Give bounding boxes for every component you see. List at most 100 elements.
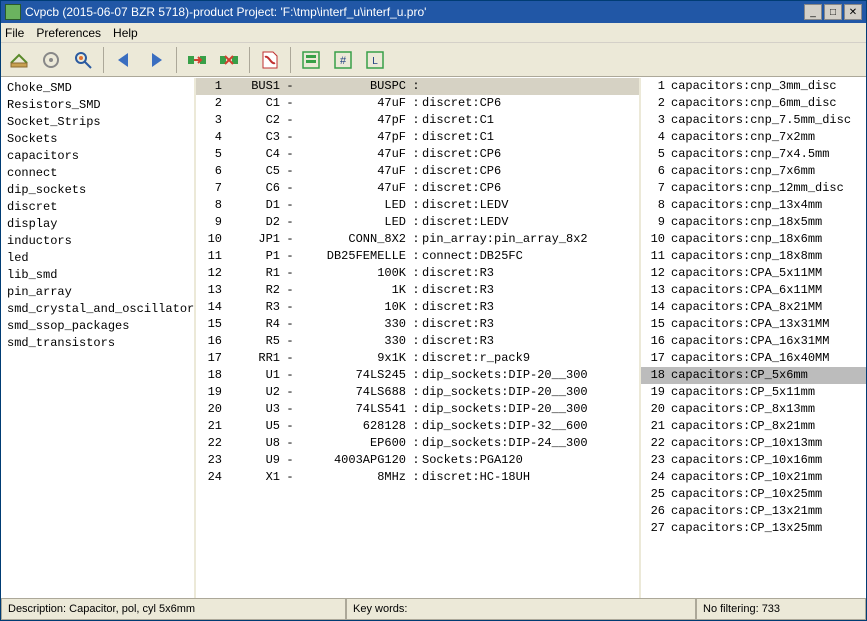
component-footprint: discret:R3 — [422, 265, 635, 282]
component-row[interactable]: 23U9-4003APG120:Sockets:PGA120 — [196, 452, 639, 469]
footprint-row[interactable]: 21capacitors:CP_8x21mm — [641, 418, 866, 435]
component-list[interactable]: 1BUS1-BUSPC:2C1-47uF:discret:CP63C2-47pF… — [196, 78, 641, 598]
library-item[interactable]: discret — [7, 199, 188, 216]
viewer-button[interactable] — [69, 46, 97, 74]
component-row[interactable]: 12R1-100K:discret:R3 — [196, 265, 639, 282]
footprint-list[interactable]: 1capacitors:cnp_3mm_disc2capacitors:cnp_… — [641, 78, 866, 598]
maximize-button[interactable]: □ — [824, 4, 842, 20]
component-row[interactable]: 17RR1-9x1K:discret:r_pack9 — [196, 350, 639, 367]
component-row[interactable]: 9D2-LED:discret:LEDV — [196, 214, 639, 231]
filter-lib-button[interactable] — [297, 46, 325, 74]
delete-assoc-button[interactable] — [215, 46, 243, 74]
footprint-row[interactable]: 2capacitors:cnp_6mm_disc — [641, 95, 866, 112]
footprint-row[interactable]: 7capacitors:cnp_12mm_disc — [641, 180, 866, 197]
menu-file[interactable]: File — [5, 26, 24, 40]
component-row[interactable]: 2C1-47uF:discret:CP6 — [196, 95, 639, 112]
component-row[interactable]: 19U2-74LS688:dip_sockets:DIP-20__300 — [196, 384, 639, 401]
library-item[interactable]: smd_transistors — [7, 335, 188, 352]
footprint-row[interactable]: 24capacitors:CP_10x21mm — [641, 469, 866, 486]
library-item[interactable]: smd_crystal_and_oscillator — [7, 301, 188, 318]
save-button[interactable] — [5, 46, 33, 74]
component-row[interactable]: 20U3-74LS541:dip_sockets:DIP-20__300 — [196, 401, 639, 418]
colon: : — [410, 367, 422, 384]
filter-name-button[interactable]: L — [361, 46, 389, 74]
footprint-row[interactable]: 10capacitors:cnp_18x6mm — [641, 231, 866, 248]
component-row[interactable]: 24X1-8MHz:discret:HC-18UH — [196, 469, 639, 486]
component-row[interactable]: 15R4-330:discret:R3 — [196, 316, 639, 333]
menu-help[interactable]: Help — [113, 26, 138, 40]
footprint-name: capacitors:cnp_18x5mm — [671, 214, 862, 231]
component-row[interactable]: 13R2-1K:discret:R3 — [196, 282, 639, 299]
library-item[interactable]: dip_sockets — [7, 182, 188, 199]
next-button[interactable] — [142, 46, 170, 74]
library-item[interactable]: inductors — [7, 233, 188, 250]
doc-button[interactable] — [256, 46, 284, 74]
component-row[interactable]: 7C6-47uF:discret:CP6 — [196, 180, 639, 197]
component-row[interactable]: 6C5-47uF:discret:CP6 — [196, 163, 639, 180]
component-row[interactable]: 21U5-628128:dip_sockets:DIP-32__600 — [196, 418, 639, 435]
footprint-row[interactable]: 12capacitors:CPA_5x11MM — [641, 265, 866, 282]
component-footprint: discret:CP6 — [422, 180, 635, 197]
component-row[interactable]: 5C4-47uF:discret:CP6 — [196, 146, 639, 163]
library-item[interactable]: Socket_Strips — [7, 114, 188, 131]
footprint-row[interactable]: 19capacitors:CP_5x11mm — [641, 384, 866, 401]
component-row[interactable]: 1BUS1-BUSPC: — [196, 78, 639, 95]
library-item[interactable]: Resistors_SMD — [7, 97, 188, 114]
row-number: 25 — [645, 486, 671, 503]
library-item[interactable]: lib_smd — [7, 267, 188, 284]
close-button[interactable]: ✕ — [844, 4, 862, 20]
footprint-name: capacitors:cnp_7x2mm — [671, 129, 862, 146]
footprint-row[interactable]: 16capacitors:CPA_16x31MM — [641, 333, 866, 350]
component-row[interactable]: 4C3-47pF:discret:C1 — [196, 129, 639, 146]
footprint-row[interactable]: 3capacitors:cnp_7.5mm_disc — [641, 112, 866, 129]
footprint-row[interactable]: 5capacitors:cnp_7x4.5mm — [641, 146, 866, 163]
component-value: 47pF — [300, 129, 410, 146]
row-number: 5 — [200, 146, 230, 163]
footprint-row[interactable]: 22capacitors:CP_10x13mm — [641, 435, 866, 452]
footprint-row[interactable]: 23capacitors:CP_10x16mm — [641, 452, 866, 469]
footprint-row[interactable]: 25capacitors:CP_10x25mm — [641, 486, 866, 503]
prev-button[interactable] — [110, 46, 138, 74]
filter-pin-button[interactable]: # — [329, 46, 357, 74]
minimize-button[interactable]: _ — [804, 4, 822, 20]
footprint-row[interactable]: 20capacitors:CP_8x13mm — [641, 401, 866, 418]
footprint-row[interactable]: 4capacitors:cnp_7x2mm — [641, 129, 866, 146]
component-row[interactable]: 8D1-LED:discret:LEDV — [196, 197, 639, 214]
library-item[interactable]: capacitors — [7, 148, 188, 165]
row-number: 17 — [200, 350, 230, 367]
footprint-row[interactable]: 8capacitors:cnp_13x4mm — [641, 197, 866, 214]
library-item[interactable]: Sockets — [7, 131, 188, 148]
dash: - — [280, 214, 300, 231]
footprint-name: capacitors:cnp_7x6mm — [671, 163, 862, 180]
component-row[interactable]: 10JP1-CONN_8X2:pin_array:pin_array_8x2 — [196, 231, 639, 248]
component-row[interactable]: 11P1-DB25FEMELLE:connect:DB25FC — [196, 248, 639, 265]
library-item[interactable]: connect — [7, 165, 188, 182]
library-item[interactable]: pin_array — [7, 284, 188, 301]
footprint-row[interactable]: 1capacitors:cnp_3mm_disc — [641, 78, 866, 95]
component-footprint: connect:DB25FC — [422, 248, 635, 265]
footprint-row[interactable]: 18capacitors:CP_5x6mm — [641, 367, 866, 384]
footprint-row[interactable]: 6capacitors:cnp_7x6mm — [641, 163, 866, 180]
footprint-row[interactable]: 9capacitors:cnp_18x5mm — [641, 214, 866, 231]
footprint-row[interactable]: 26capacitors:CP_13x21mm — [641, 503, 866, 520]
library-item[interactable]: led — [7, 250, 188, 267]
library-list[interactable]: Choke_SMDResistors_SMDSocket_StripsSocke… — [1, 78, 196, 598]
footprint-row[interactable]: 14capacitors:CPA_8x21MM — [641, 299, 866, 316]
component-row[interactable]: 14R3-10K:discret:R3 — [196, 299, 639, 316]
component-row[interactable]: 18U1-74LS245:dip_sockets:DIP-20__300 — [196, 367, 639, 384]
component-row[interactable]: 16R5-330:discret:R3 — [196, 333, 639, 350]
footprint-row[interactable]: 15capacitors:CPA_13x31MM — [641, 316, 866, 333]
footprint-row[interactable]: 11capacitors:cnp_18x8mm — [641, 248, 866, 265]
component-row[interactable]: 3C2-47pF:discret:C1 — [196, 112, 639, 129]
library-item[interactable]: display — [7, 216, 188, 233]
library-item[interactable]: Choke_SMD — [7, 80, 188, 97]
footprint-row[interactable]: 13capacitors:CPA_6x11MM — [641, 282, 866, 299]
library-item[interactable]: smd_ssop_packages — [7, 318, 188, 335]
menu-preferences[interactable]: Preferences — [36, 26, 101, 40]
auto-assoc-button[interactable] — [183, 46, 211, 74]
footprint-row[interactable]: 27capacitors:CP_13x25mm — [641, 520, 866, 537]
component-row[interactable]: 22U8-EP600:dip_sockets:DIP-24__300 — [196, 435, 639, 452]
row-number: 1 — [645, 78, 671, 95]
config-button[interactable] — [37, 46, 65, 74]
footprint-row[interactable]: 17capacitors:CPA_16x40MM — [641, 350, 866, 367]
